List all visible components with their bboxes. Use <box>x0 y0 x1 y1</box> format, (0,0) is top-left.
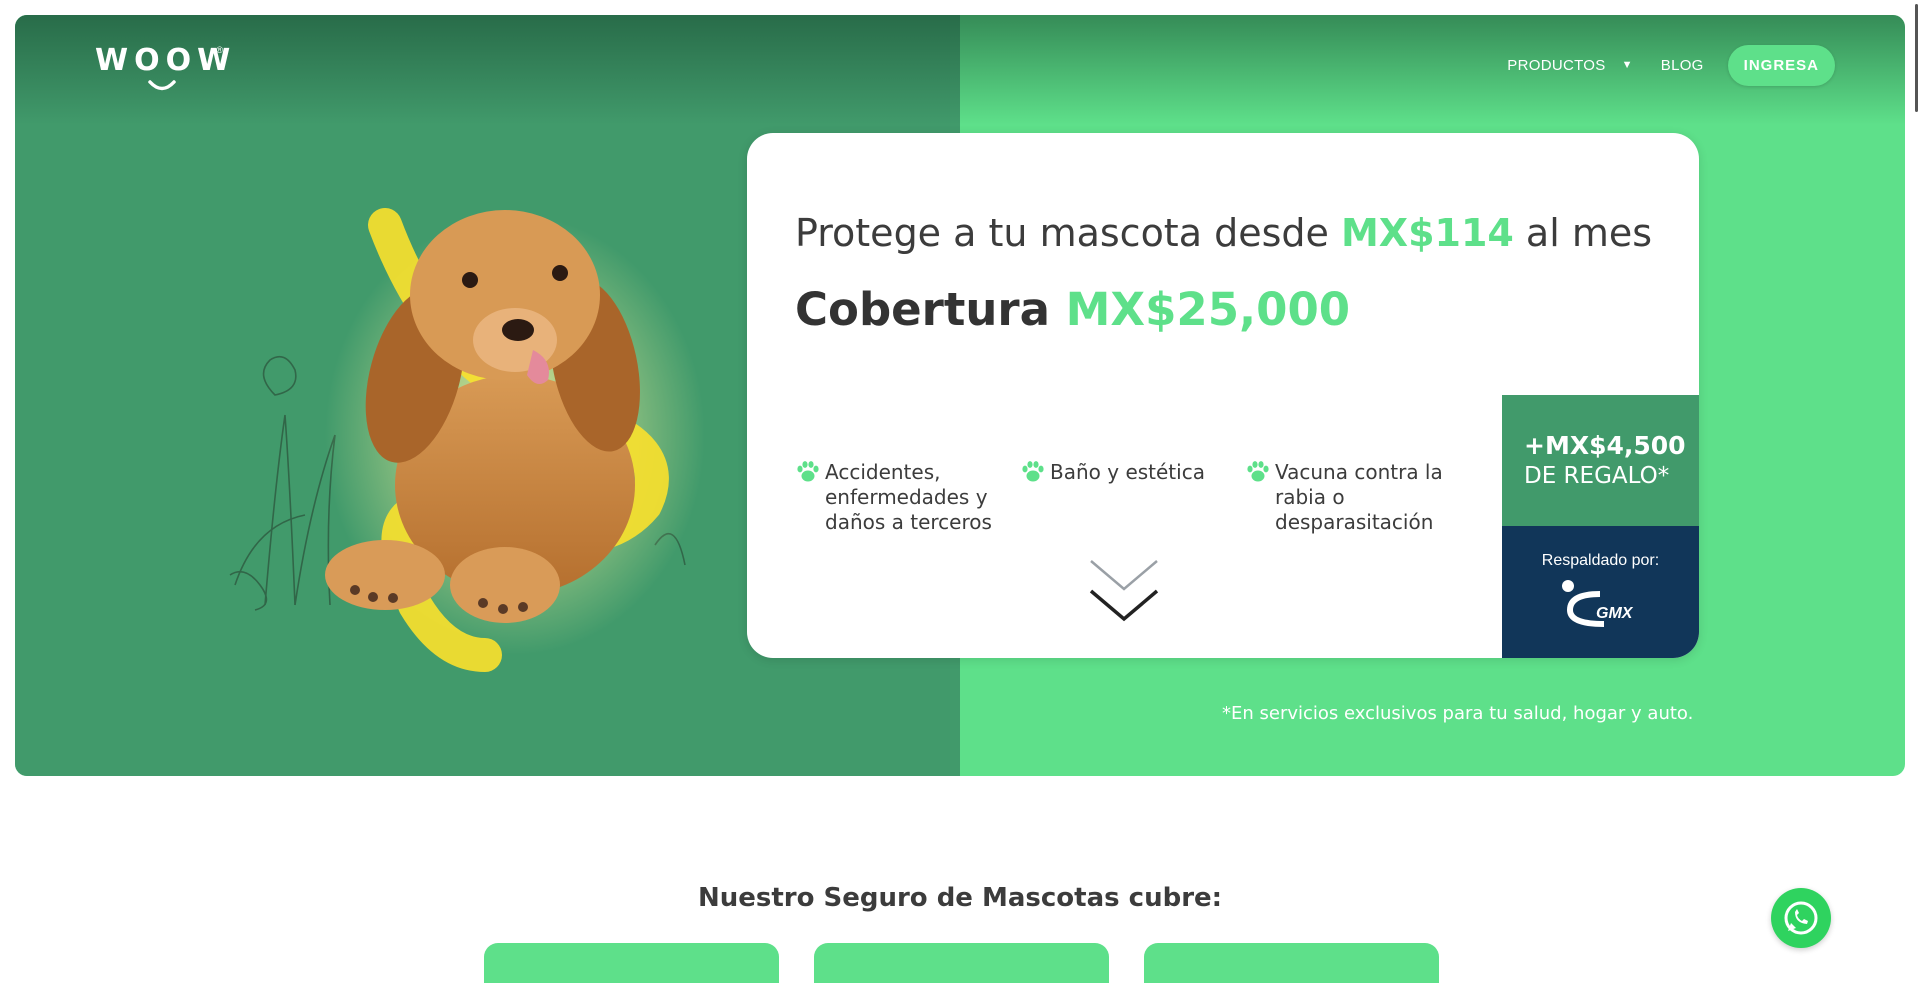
coverage-card[interactable] <box>814 943 1109 983</box>
benefit-text: Baño y estética <box>1050 460 1205 484</box>
hero-banner: WOOW ® PRODUCTOS ▼ BLOG INGRESA Protege … <box>15 15 1905 776</box>
svg-text:GMX: GMX <box>1596 605 1634 622</box>
benefits-list: Accidentes, enfermedades y daños a terce… <box>795 460 1495 560</box>
coverage-amount: MX$25,000 <box>1065 283 1351 336</box>
gift-badge: +MX$4,500 DE REGALO* <box>1502 395 1699 526</box>
page-scrollbar[interactable] <box>1915 4 1918 112</box>
nav-blog[interactable]: BLOG <box>1661 57 1704 74</box>
smile-icon <box>148 80 176 91</box>
woow-logo[interactable]: WOOW ® <box>95 43 235 103</box>
scroll-down-icon[interactable] <box>1087 553 1161 623</box>
backed-by-panel: Respaldado por: GMX <box>1502 526 1699 658</box>
gift-label: DE REGALO* <box>1524 463 1670 489</box>
paw-icon <box>1022 461 1044 482</box>
coverage-section-title: Nuestro Seguro de Mascotas cubre: <box>697 883 1223 913</box>
coverage-headline: Cobertura MX$25,000 <box>795 283 1350 336</box>
gmx-logo-icon: GMX <box>1562 580 1634 627</box>
backed-by-label: Respaldado por: <box>1541 552 1660 569</box>
nav-blog-label: BLOG <box>1660 56 1704 74</box>
coverage-prefix: Cobertura <box>795 283 1066 336</box>
dog-illustration <box>229 208 705 672</box>
whatsapp-icon <box>1784 901 1818 935</box>
benefit-text: Vacuna contra la rabia o desparasitación <box>1275 460 1443 534</box>
nav-productos-label: PRODUCTOS <box>1507 56 1606 74</box>
pricing-card: Protege a tu mascota desde MX$114 al mes… <box>747 133 1699 658</box>
coverage-card[interactable] <box>1144 943 1439 983</box>
headline-suffix: al mes <box>1513 211 1653 255</box>
monthly-price: MX$114 <box>1340 211 1514 255</box>
top-nav: PRODUCTOS ▼ BLOG INGRESA <box>1507 44 1835 86</box>
login-button[interactable]: INGRESA <box>1727 44 1835 86</box>
benefit-item: Vacuna contra la rabia o desparasitación <box>1245 460 1465 535</box>
paw-icon <box>797 461 819 482</box>
price-headline: Protege a tu mascota desde MX$114 al mes <box>795 211 1652 255</box>
headline-prefix: Protege a tu mascota desde <box>795 211 1341 255</box>
gift-amount: +MX$4,500 <box>1524 431 1686 460</box>
logo-text: WOOW <box>95 43 237 78</box>
nav-productos[interactable]: PRODUCTOS ▼ <box>1507 57 1632 74</box>
benefit-item: Baño y estética <box>1020 460 1220 485</box>
registered-mark: ® <box>216 45 223 55</box>
footnote: *En servicios exclusivos para tu salud, … <box>1222 703 1694 724</box>
paw-icon <box>1247 461 1269 482</box>
benefit-item: Accidentes, enfermedades y daños a terce… <box>795 460 1000 535</box>
coverage-card[interactable] <box>484 943 779 983</box>
whatsapp-button[interactable] <box>1771 888 1831 948</box>
benefit-text: Accidentes, enfermedades y daños a terce… <box>825 460 992 534</box>
caret-down-icon: ▼ <box>1621 59 1633 71</box>
